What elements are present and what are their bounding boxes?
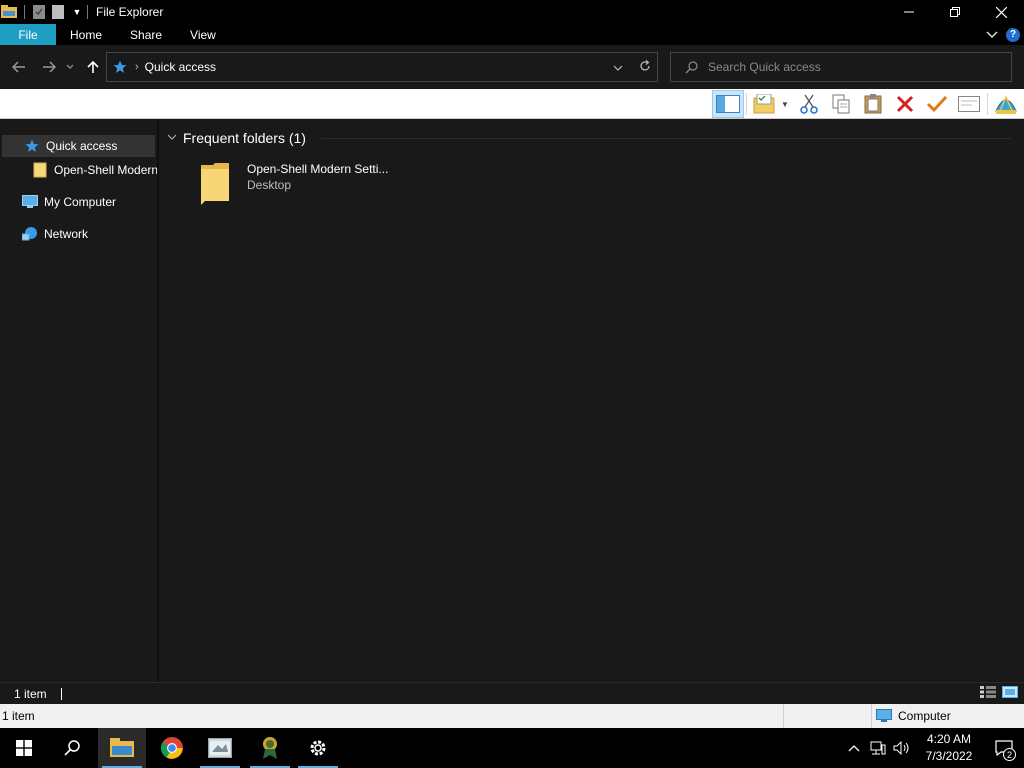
- nav-item-network[interactable]: Network: [0, 223, 88, 245]
- nav-item-open-shell-modern[interactable]: Open-Shell Modern: [0, 159, 157, 181]
- collapse-chevron-icon[interactable]: [167, 133, 177, 144]
- folder-icon: [199, 161, 231, 205]
- folder-options-icon[interactable]: ▼: [749, 90, 793, 118]
- details-view-icon[interactable]: [980, 686, 996, 701]
- tab-share[interactable]: Share: [116, 24, 176, 45]
- classic-toolbar: ▼: [0, 89, 1024, 119]
- folder-item[interactable]: Open-Shell Modern Setti... Desktop: [199, 161, 388, 205]
- search-box[interactable]: Search Quick access: [670, 52, 1012, 82]
- address-bar[interactable]: › Quick access: [106, 52, 658, 82]
- new-folder-icon[interactable]: [47, 0, 69, 24]
- network-status-icon[interactable]: [866, 728, 890, 768]
- status-item-count: 1 item: [14, 686, 47, 701]
- navigation-bar: › Quick access Search Quick access: [0, 45, 1024, 89]
- nav-item-label: Network: [44, 227, 89, 241]
- content-pane: Frequent folders (1) Open-Shell Modern S…: [159, 119, 1024, 682]
- refresh-icon[interactable]: [639, 59, 651, 75]
- copy-icon[interactable]: [825, 90, 857, 118]
- taskbar-chrome[interactable]: [148, 728, 196, 768]
- taskbar: 4:20 AM 7/3/2022 2: [0, 728, 1024, 768]
- nav-item-my-computer[interactable]: My Computer: [0, 191, 116, 213]
- nav-item-label: Quick access: [46, 139, 118, 153]
- toolbar-separator: [987, 93, 988, 115]
- toolbar-separator: [746, 93, 747, 115]
- minimize-button[interactable]: [886, 0, 932, 24]
- qat-separator: [24, 5, 25, 19]
- start-button[interactable]: [0, 728, 48, 768]
- search-icon: [685, 60, 698, 74]
- rename-check-icon[interactable]: [921, 90, 953, 118]
- nav-item-quick-access[interactable]: Quick access: [2, 135, 155, 157]
- search-placeholder: Search Quick access: [708, 60, 821, 74]
- recent-locations-chevron-icon[interactable]: [62, 56, 78, 78]
- help-icon[interactable]: ?: [1006, 27, 1020, 42]
- quick-access-star-icon: [113, 60, 127, 74]
- clock[interactable]: 4:20 AM 7/3/2022: [914, 731, 984, 765]
- delete-icon[interactable]: [889, 90, 921, 118]
- nav-item-label: My Computer: [44, 195, 117, 209]
- title-bar: ▼ File Explorer: [0, 0, 1024, 24]
- volume-icon[interactable]: [890, 728, 914, 768]
- close-button[interactable]: [978, 0, 1024, 24]
- folder-icon: [32, 162, 48, 178]
- taskbar-app-award-icon[interactable]: [246, 728, 294, 768]
- ribbon-right-controls: ?: [986, 24, 1020, 45]
- view-switcher: [980, 686, 1018, 701]
- qat-separator: [87, 5, 88, 19]
- classic-status-item-count: 1 item: [2, 709, 35, 723]
- system-tray: 4:20 AM 7/3/2022 2: [842, 728, 1024, 768]
- breadcrumb-chevron-icon[interactable]: ›: [135, 61, 139, 73]
- ribbon-tabs: File Home Share View: [0, 24, 1024, 45]
- computer-icon: [876, 709, 892, 723]
- breadcrumb-quick-access[interactable]: Quick access: [145, 60, 216, 74]
- paste-icon[interactable]: [857, 90, 889, 118]
- search-button[interactable]: [48, 728, 96, 768]
- tab-file[interactable]: File: [0, 24, 56, 45]
- notification-count-badge: 2: [1003, 748, 1016, 761]
- clock-date: 7/3/2022: [925, 749, 973, 763]
- status-divider: [60, 687, 62, 700]
- folder-location: Desktop: [247, 178, 292, 192]
- taskbar-settings[interactable]: [294, 728, 342, 768]
- properties-icon[interactable]: [31, 0, 47, 24]
- zone-label: Computer: [898, 709, 951, 723]
- show-hidden-icons-chevron-icon[interactable]: [842, 728, 866, 768]
- computer-icon: [22, 194, 38, 210]
- expand-ribbon-chevron-icon[interactable]: [986, 28, 998, 42]
- up-button[interactable]: [82, 56, 104, 78]
- status-bar: 1 item: [0, 682, 1024, 704]
- tab-view[interactable]: View: [176, 24, 230, 45]
- navigation-pane: Quick access Open-Shell Modern My Comput…: [0, 119, 157, 682]
- action-center-button[interactable]: 2: [984, 728, 1024, 768]
- quick-access-toolbar: ▼: [0, 0, 90, 24]
- nav-item-label: Open-Shell Modern: [54, 163, 157, 177]
- forward-button[interactable]: [38, 56, 60, 78]
- taskbar-file-explorer[interactable]: [98, 728, 146, 768]
- network-icon: [22, 226, 38, 242]
- back-button[interactable]: [8, 56, 30, 78]
- address-history-chevron-icon[interactable]: [613, 60, 623, 74]
- file-explorer-app-icon[interactable]: [0, 0, 18, 24]
- large-icons-view-icon[interactable]: [1002, 686, 1018, 701]
- group-header-label: Frequent folders (1): [183, 130, 306, 146]
- open-shell-icon[interactable]: [990, 90, 1022, 118]
- tab-home[interactable]: Home: [56, 24, 116, 45]
- status-segment: [784, 704, 872, 728]
- group-divider: [321, 138, 1011, 139]
- restore-button[interactable]: [932, 0, 978, 24]
- window-controls: [886, 0, 1024, 24]
- folder-name: Open-Shell Modern Setti...: [247, 162, 389, 176]
- taskbar-app-window-icon[interactable]: [196, 728, 244, 768]
- window-title: File Explorer: [96, 5, 164, 19]
- cut-icon[interactable]: [793, 90, 825, 118]
- navigation-pane-toggle-icon[interactable]: [712, 90, 744, 118]
- customize-qat-chevron-icon[interactable]: ▼: [69, 0, 85, 24]
- classic-status-bar: 1 item Computer: [0, 704, 1024, 728]
- email-icon[interactable]: [953, 90, 985, 118]
- clock-time: 4:20 AM: [926, 732, 972, 746]
- quick-access-star-icon: [24, 138, 40, 154]
- folder-options-dropdown-icon[interactable]: ▼: [781, 100, 789, 109]
